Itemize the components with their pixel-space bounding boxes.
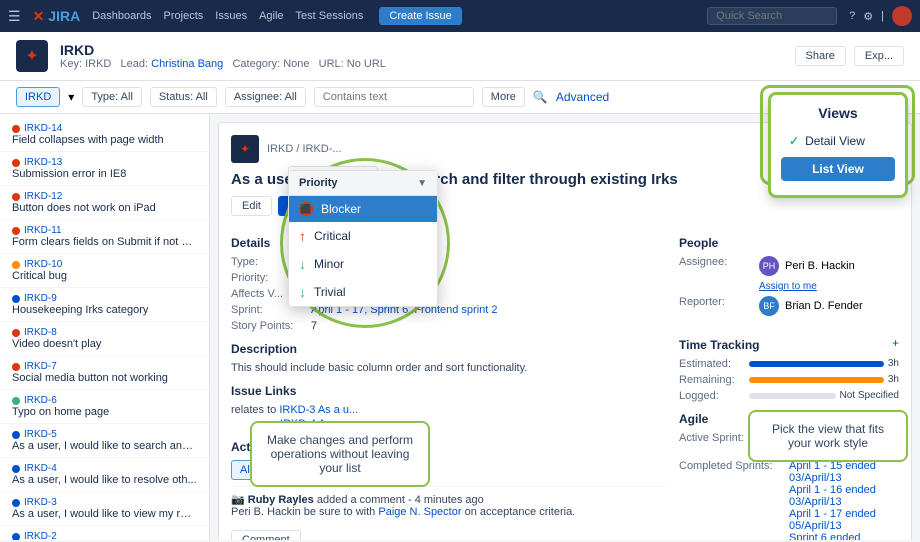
list-item[interactable]: IRKD-8 Video doesn't play [0, 322, 209, 356]
assignee-person: PH Peri B. Hackin [759, 256, 855, 276]
people-section: People Assignee: PH Peri B. Hackin Assig… [679, 236, 899, 320]
filter-sep1: ▾ [68, 90, 74, 104]
assignee-filter[interactable]: Assignee: All [225, 87, 306, 107]
separator: | [881, 10, 884, 22]
jira-logo: ✕ JIRA [33, 8, 81, 25]
project-logo: ✦ [16, 40, 48, 72]
issue-list-sidebar: IRKD-14 Field collapses with page width … [0, 114, 210, 540]
views-title: Views [781, 105, 895, 121]
assignee-row: Assignee: PH Peri B. Hackin Assign to me [679, 256, 899, 292]
list-item[interactable]: IRKD-7 Social media button not working [0, 356, 209, 390]
time-tracking-section: Time Tracking + Estimated: 3h Remaining:… [679, 328, 899, 402]
description-text: This should include basic column order a… [231, 362, 667, 374]
comment-button[interactable]: Comment [231, 530, 301, 540]
list-item[interactable]: IRKD-3 As a user, I would like to view m… [0, 492, 209, 526]
project-info: IRKD Key: IRKD Lead: Christina Bang Cate… [60, 42, 386, 70]
list-item[interactable]: IRKD-5 As a user, I would like to search… [0, 424, 209, 458]
detail-view-check: ✓ [789, 134, 799, 148]
remaining-row: Remaining: 3h [679, 374, 899, 386]
nav-issues[interactable]: Issues [215, 10, 247, 22]
assign-to-me-link[interactable]: Assign to me [759, 281, 817, 292]
list-item[interactable]: IRKD-4 As a user, I would like to resolv… [0, 458, 209, 492]
contains-text-input[interactable] [314, 87, 474, 107]
filter-search-icon: 🔍 [533, 90, 548, 104]
irkd3-link[interactable]: IRKD-3 As a u... [279, 404, 358, 416]
issue-links-title: Issue Links [231, 384, 667, 398]
breadcrumb: IRKD / IRKD-... [267, 143, 342, 155]
status-filter[interactable]: Status: All [150, 87, 217, 107]
list-item[interactable]: IRKD-11 Form clears fields on Submit if … [0, 220, 209, 254]
priority-option-trivial[interactable]: ↓ Trivial [289, 278, 437, 306]
issue-link-1: relates to IRKD-3 As a u... [231, 404, 667, 416]
top-nav: ☰ ✕ JIRA Dashboards Projects Issues Agil… [0, 0, 920, 32]
project-header-actions: Share Exp... [795, 46, 904, 66]
nav-dashboards[interactable]: Dashboards [92, 10, 151, 22]
priority-option-blocker[interactable]: ⬛ Blocker [289, 196, 437, 222]
priority-dropdown: Priority ▼ ⬛ Blocker ↑ Critical ↓ Minor … [288, 170, 438, 307]
description-title: Description [231, 342, 667, 356]
completed-sprints-row: Completed Sprints: April 1 - 15 ended 03… [679, 460, 899, 540]
detail-view-option[interactable]: ✓ Detail View [781, 129, 895, 153]
nav-projects[interactable]: Projects [164, 10, 204, 22]
search-input[interactable] [707, 7, 837, 25]
user-avatar[interactable] [892, 6, 912, 26]
assignee-avatar: PH [759, 256, 779, 276]
reporter-avatar: BF [759, 296, 779, 316]
list-item[interactable]: IRKD-13 Submission error in IE8 [0, 152, 209, 186]
menu-icon[interactable]: ☰ [8, 8, 21, 25]
irkd-filter[interactable]: IRKD [16, 87, 60, 107]
issue-project-logo: ✦ [231, 135, 259, 163]
create-issue-button[interactable]: Create Issue [379, 7, 461, 25]
trivial-icon: ↓ [299, 284, 306, 300]
nav-test-sessions[interactable]: Test Sessions [296, 10, 364, 22]
help-icon[interactable]: ? [849, 10, 855, 22]
views-callout: Pick the view that fits your work style [748, 410, 908, 462]
priority-option-minor[interactable]: ↓ Minor [289, 250, 437, 278]
list-item[interactable]: IRKD-12 Button does not work on iPad [0, 186, 209, 220]
priority-option-critical[interactable]: ↑ Critical [289, 222, 437, 250]
critical-icon: ↑ [299, 228, 306, 244]
nav-icons: ? ⚙ | [849, 6, 912, 26]
detail-right: People Assignee: PH Peri B. Hackin Assig… [679, 226, 899, 540]
logged-row: Logged: Not Specified [679, 390, 899, 402]
changes-callout: Make changes and perform operations with… [250, 421, 430, 487]
settings-icon[interactable]: ⚙ [863, 10, 873, 23]
time-tracking-title: Time Tracking [679, 338, 759, 352]
more-filter[interactable]: More [482, 87, 525, 107]
list-item[interactable]: IRKD-14 Field collapses with page width [0, 118, 209, 152]
add-time-icon[interactable]: + [892, 336, 899, 350]
list-item[interactable]: IRKD-6 Typo on home page [0, 390, 209, 424]
list-item[interactable]: IRKD-2 As a user, I would like to attach… [0, 526, 209, 540]
comment-item: 📷 Ruby Rayles added a comment - 4 minute… [231, 486, 667, 524]
list-view-option[interactable]: List View [781, 157, 895, 181]
list-item[interactable]: IRKD-10 Critical bug [0, 254, 209, 288]
lead-link[interactable]: Christina Bang [151, 58, 223, 70]
project-name: IRKD [60, 42, 386, 58]
dropdown-header: Priority ▼ [289, 171, 437, 196]
project-header: ✦ IRKD Key: IRKD Lead: Christina Bang Ca… [0, 32, 920, 81]
mention-link[interactable]: Paige N. Spector [378, 506, 461, 518]
list-item[interactable]: IRKD-9 Housekeeping Irks category [0, 288, 209, 322]
project-meta: Key: IRKD Lead: Christina Bang Category:… [60, 58, 386, 70]
people-title: People [679, 236, 899, 250]
nav-agile[interactable]: Agile [259, 10, 283, 22]
reporter-person: BF Brian D. Fender [759, 296, 863, 316]
views-panel: Views ✓ Detail View List View [768, 92, 908, 198]
edit-button[interactable]: Edit [231, 196, 272, 216]
blocker-icon: ⬛ [299, 202, 313, 216]
type-filter[interactable]: Type: All [82, 87, 142, 107]
share-button[interactable]: Share [795, 46, 846, 66]
export-button[interactable]: Exp... [854, 46, 904, 66]
advanced-link[interactable]: Advanced [556, 90, 609, 104]
story-points-row: Story Points: 7 [231, 320, 667, 332]
reporter-row: Reporter: BF Brian D. Fender [679, 296, 899, 320]
estimated-row: Estimated: 3h [679, 358, 899, 370]
minor-icon: ↓ [299, 256, 306, 272]
